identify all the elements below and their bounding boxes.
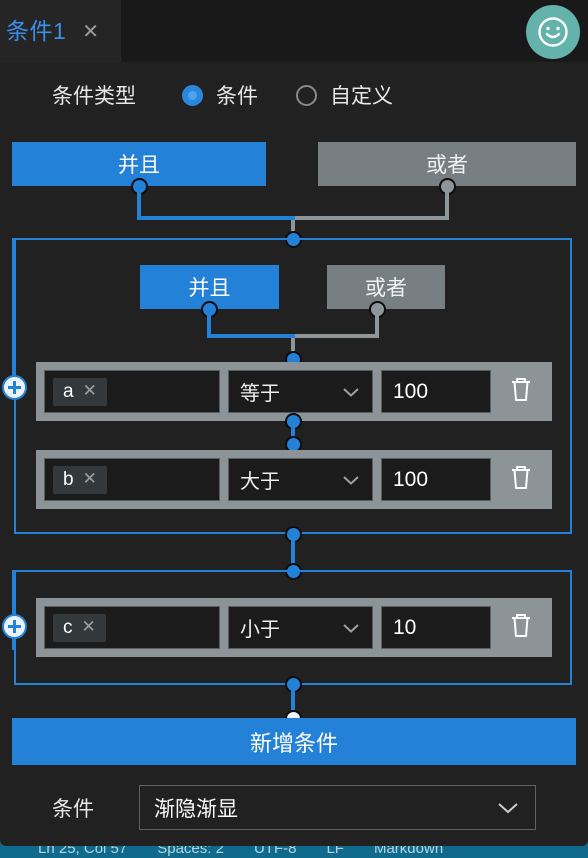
add-condition-group2-button[interactable]	[2, 614, 27, 639]
inner-logic-or-button[interactable]: 或者	[327, 265, 445, 309]
outer-or-connector-hline	[291, 216, 449, 220]
variable-tag-name-2: b	[63, 468, 74, 490]
value-text-1: 100	[393, 379, 429, 403]
outer-or-connector-vline	[445, 186, 449, 220]
add-condition-group1-button[interactable]	[2, 375, 27, 400]
value-text-2: 100	[393, 467, 429, 491]
value-text-3: 10	[393, 615, 417, 639]
chevron-down-icon	[343, 387, 359, 397]
tab-condition-1[interactable]: 条件1 ✕	[0, 0, 122, 62]
condition-editor-panel: 条件1 ✕ 条件类型 条件 自定义 并且 或者 并且 或者 a ✕ 等于 100…	[0, 0, 588, 858]
variable-tag-1: a ✕	[53, 377, 107, 406]
condition-row-2: b ✕ 大于 100	[36, 450, 552, 509]
variable-tag-remove-icon-2[interactable]: ✕	[83, 470, 97, 488]
inner-and-connector-hline	[207, 334, 295, 338]
radio-option-condition[interactable]: 条件	[182, 80, 258, 110]
chevron-down-icon	[343, 475, 359, 485]
condition-row-3: c ✕ 小于 10	[36, 598, 552, 657]
condition-type-label: 条件类型	[52, 85, 136, 108]
variable-tag-2: b ✕	[53, 465, 107, 494]
variable-field-2[interactable]: b ✕	[44, 458, 220, 501]
status-bar-occluder	[0, 836, 588, 846]
variable-tag-name-3: c	[63, 616, 73, 638]
radio-label-condition: 条件	[216, 85, 258, 108]
operator-value-1: 等于	[240, 383, 280, 405]
operator-select-2[interactable]: 大于	[228, 458, 373, 501]
trash-icon[interactable]	[508, 462, 534, 497]
outer-and-connector-vline	[137, 186, 141, 220]
variable-tag-name-1: a	[63, 380, 74, 402]
variable-tag-remove-icon-3[interactable]: ✕	[82, 618, 96, 636]
smiley-face-icon[interactable]	[526, 5, 580, 59]
operator-select-3[interactable]: 小于	[228, 606, 373, 649]
radio-option-custom[interactable]: 自定义	[296, 80, 393, 110]
variable-field-3[interactable]: c ✕	[44, 606, 220, 649]
radio-icon-custom[interactable]	[296, 84, 317, 106]
add-condition-button[interactable]: 新增条件	[12, 718, 576, 765]
value-input-1[interactable]: 100	[381, 370, 491, 413]
variable-tag-remove-icon-1[interactable]: ✕	[83, 382, 97, 400]
tab-bar: 条件1 ✕	[0, 0, 588, 62]
tab-label: 条件1	[6, 17, 67, 44]
operator-select-1[interactable]: 等于	[228, 370, 373, 413]
chevron-down-icon	[498, 803, 518, 814]
bottom-condition-row: 条件 渐隐渐显	[0, 785, 588, 830]
value-input-2[interactable]: 100	[381, 458, 491, 501]
value-input-3[interactable]: 10	[381, 606, 491, 649]
bottom-condition-label: 条件	[52, 797, 94, 821]
variable-tag-3: c ✕	[53, 613, 106, 642]
condition-type-row: 条件类型 条件 自定义	[0, 62, 588, 128]
bottom-effect-value: 渐隐渐显	[154, 797, 238, 821]
inner-logic-toggle: 并且 或者	[140, 265, 445, 309]
chevron-down-icon	[343, 623, 359, 633]
radio-icon-condition[interactable]	[182, 84, 203, 106]
operator-value-3: 小于	[240, 619, 280, 641]
group1-left-spine	[12, 238, 16, 388]
trash-icon[interactable]	[508, 374, 534, 409]
inner-or-connector-hline	[291, 334, 379, 338]
trash-icon[interactable]	[508, 610, 534, 645]
variable-field-1[interactable]: a ✕	[44, 370, 220, 413]
tab-bar-empty-area	[121, 0, 588, 62]
close-icon[interactable]: ✕	[82, 21, 99, 41]
radio-label-custom: 自定义	[330, 85, 393, 108]
outer-logic-toggle: 并且 或者	[12, 142, 576, 186]
bottom-effect-select[interactable]: 渐隐渐显	[139, 785, 536, 830]
outer-and-connector-hline	[137, 216, 295, 220]
operator-value-2: 大于	[240, 471, 280, 493]
